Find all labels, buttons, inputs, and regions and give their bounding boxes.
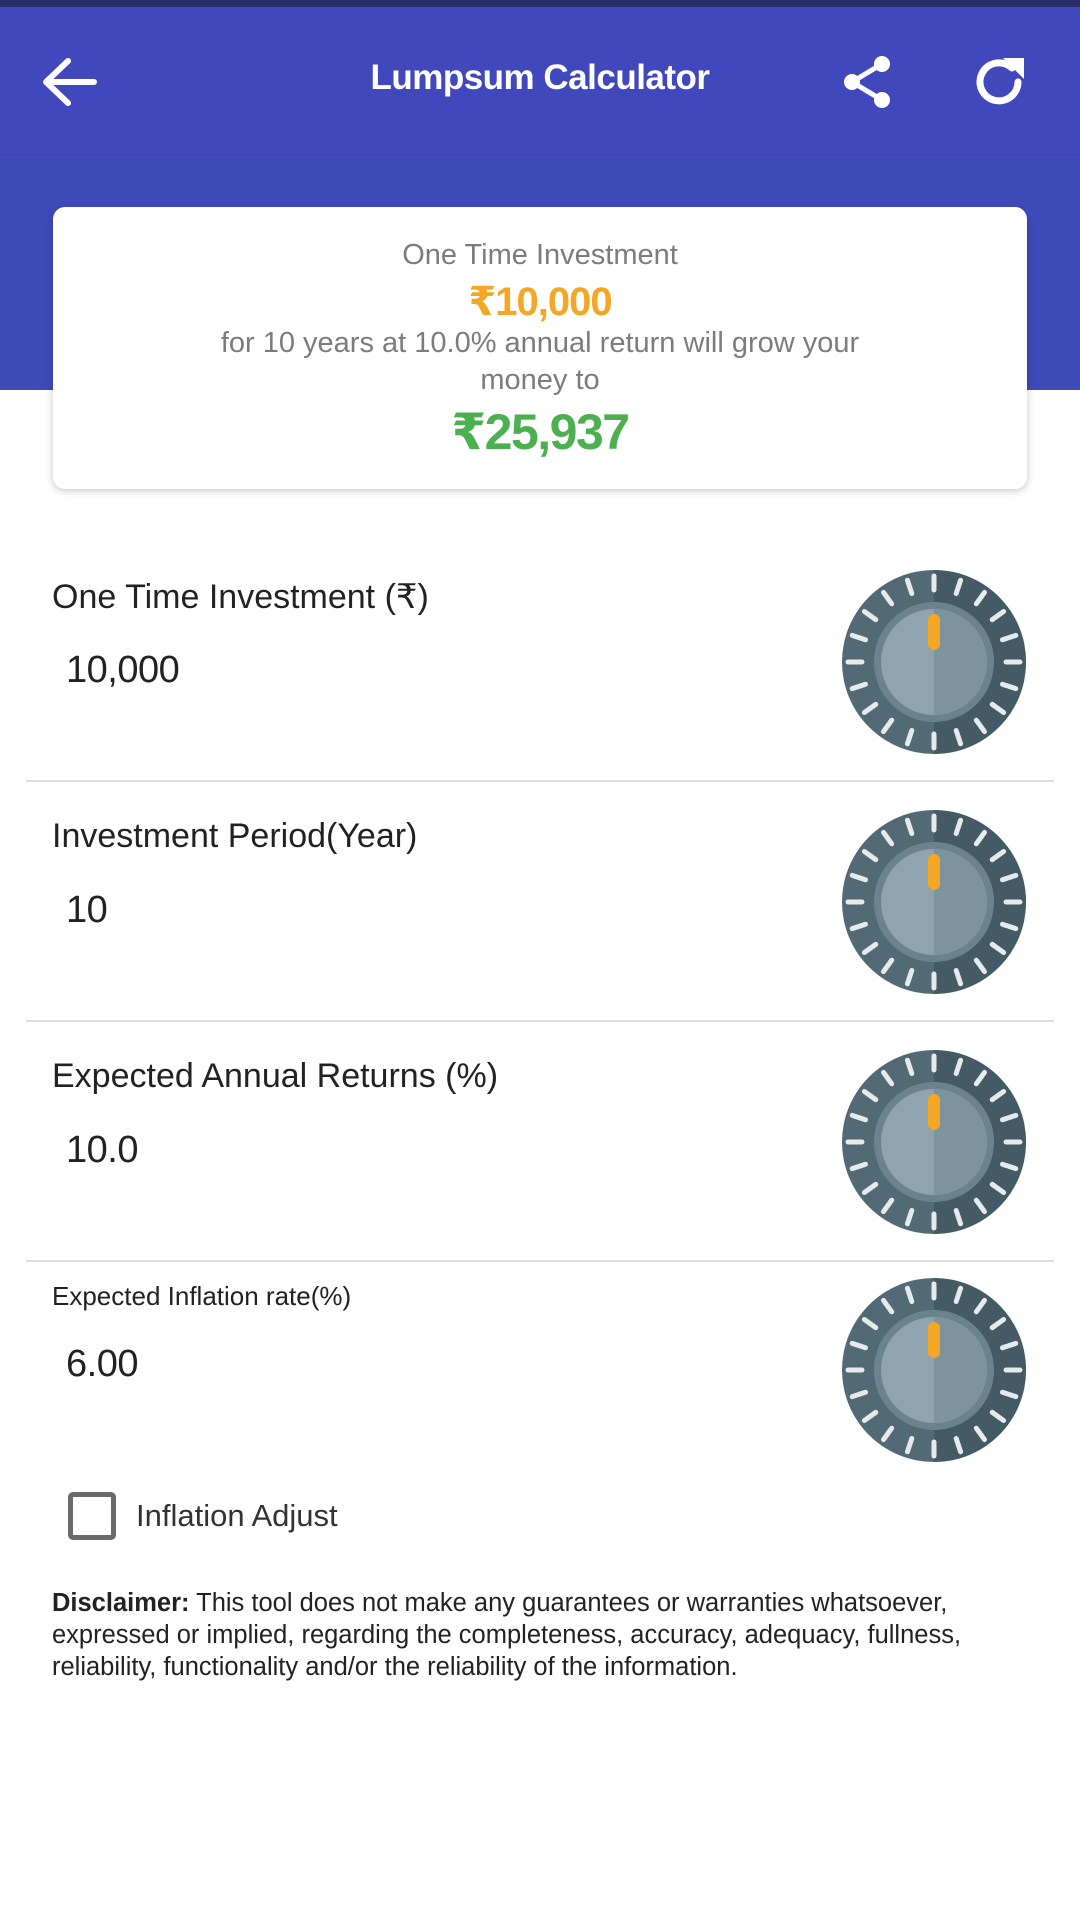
returns-dial-knob[interactable] (840, 1048, 1028, 1236)
dial-knob-icon (842, 1278, 1026, 1462)
inflation-value[interactable]: 6.00 (66, 1343, 138, 1386)
status-strip (0, 0, 1080, 7)
inflation-adjust-label: Inflation Adjust (136, 1498, 338, 1533)
period-label: Investment Period(Year) (52, 817, 418, 855)
summary-investment-amount: ₹10,000 (468, 280, 612, 324)
inflation-label: Expected Inflation rate(%) (52, 1281, 352, 1311)
period-dial-knob[interactable] (840, 808, 1028, 996)
period-value[interactable]: 10 (66, 889, 108, 932)
investment-dial-knob[interactable] (840, 568, 1028, 756)
disclaimer-heading: Disclaimer: (52, 1589, 190, 1617)
dial-knob-icon (842, 570, 1026, 754)
result-summary-card: One Time Investment ₹10,000 for 10 years… (53, 207, 1027, 489)
investment-label: One Time Investment (₹) (52, 578, 429, 616)
dial-knob-icon (842, 1050, 1026, 1234)
returns-label: Expected Annual Returns (%) (52, 1057, 499, 1095)
summary-description: for 10 years at 10.0% annual return will… (220, 327, 860, 396)
divider (26, 1260, 1054, 1262)
divider (26, 1020, 1054, 1022)
summary-result-amount: ₹25,937 (451, 404, 630, 460)
page-title: Lumpsum Calculator (370, 58, 710, 97)
dial-knob-icon (842, 810, 1026, 994)
inflation-dial-knob[interactable] (840, 1276, 1028, 1464)
inflation-adjust-checkbox[interactable] (68, 1492, 116, 1540)
share-icon (844, 56, 890, 108)
investment-value[interactable]: 10,000 (66, 649, 180, 692)
returns-value[interactable]: 10.0 (66, 1129, 138, 1172)
inflation-adjust-toggle[interactable]: Inflation Adjust (68, 1491, 338, 1541)
refresh-button[interactable] (968, 50, 1032, 114)
divider (26, 780, 1054, 782)
summary-label: One Time Investment (402, 239, 678, 271)
disclaimer: Disclaimer: This tool does not make any … (52, 1587, 1032, 1683)
share-button[interactable] (836, 50, 900, 114)
refresh-icon (976, 58, 1024, 105)
